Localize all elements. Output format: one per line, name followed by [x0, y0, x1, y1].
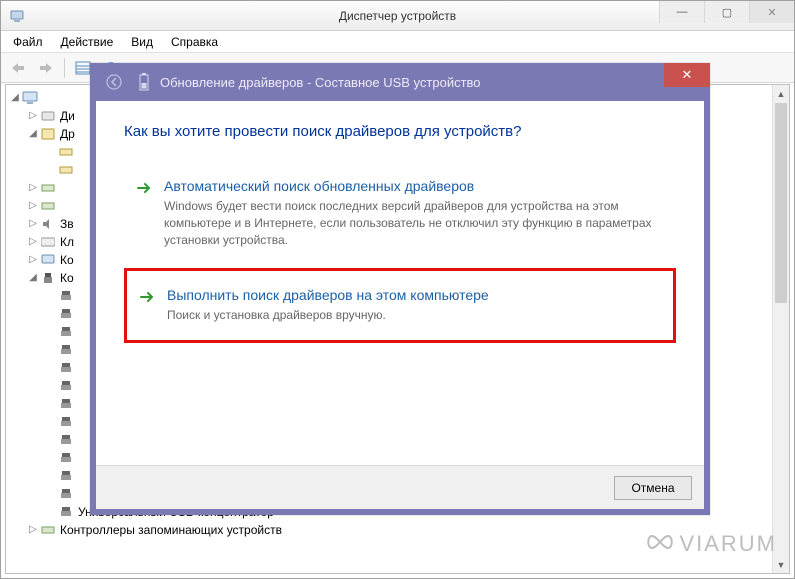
dialog-body: Как вы хотите провести поиск драйверов д… [96, 101, 704, 343]
usb-connector-icon [58, 450, 74, 466]
keyboard-icon [40, 234, 56, 250]
tree-node-label: Ди [60, 107, 75, 125]
menu-action[interactable]: Действие [53, 33, 122, 51]
option-auto-search[interactable]: Автоматический поиск обновленных драйвер… [124, 166, 676, 260]
device-icon [40, 180, 56, 196]
usb-connector-icon [58, 432, 74, 448]
device-icon [40, 126, 56, 142]
option-title: Выполнить поиск драйверов на этом компью… [167, 287, 663, 303]
device-icon [58, 144, 74, 160]
menubar: Файл Действие Вид Справка [1, 31, 794, 53]
maximize-button[interactable]: ▢ [704, 1, 749, 23]
app-icon [9, 8, 25, 24]
tree-node-label: Ко [60, 269, 74, 287]
usb-connector-icon [58, 360, 74, 376]
dialog-heading: Как вы хотите провести поиск драйверов д… [124, 123, 676, 140]
device-icon [58, 162, 74, 178]
tree-node[interactable]: ▷ Контроллеры запоминающих устройств [26, 521, 787, 539]
menu-view[interactable]: Вид [123, 33, 161, 51]
dialog-title: Обновление драйверов - Составное USB уст… [160, 75, 481, 90]
vertical-scrollbar[interactable]: ▲ ▼ [772, 85, 789, 573]
tree-node-label: Зв [60, 215, 74, 233]
usb-connector-icon [58, 504, 74, 520]
usb-connector-icon [58, 288, 74, 304]
menu-file[interactable]: Файл [5, 33, 51, 51]
usb-connector-icon [58, 396, 74, 412]
usb-connector-icon [58, 486, 74, 502]
option-manual-search[interactable]: Выполнить поиск драйверов на этом компью… [124, 268, 676, 343]
storage-icon [40, 522, 56, 538]
option-description: Windows будет вести поиск последних верс… [164, 198, 666, 248]
arrow-right-icon [134, 178, 154, 198]
tree-node-label: Др [60, 125, 75, 143]
scroll-up-icon[interactable]: ▲ [773, 85, 789, 102]
computer-icon [40, 252, 56, 268]
main-titlebar: Диспетчер устройств — ▢ ✕ [1, 1, 794, 31]
disk-icon [40, 108, 56, 124]
computer-icon [22, 90, 38, 106]
minimize-button[interactable]: — [659, 1, 704, 23]
device-icon [40, 198, 56, 214]
sound-icon [40, 216, 56, 232]
close-button[interactable]: ✕ [749, 1, 794, 23]
usb-connector-icon [58, 414, 74, 430]
update-driver-dialog: Обновление драйверов - Составное USB уст… [90, 63, 710, 515]
option-title: Автоматический поиск обновленных драйвер… [164, 178, 666, 194]
toolbar-forward-button[interactable] [33, 56, 59, 80]
usb-icon [40, 270, 56, 286]
toolbar-separator [64, 58, 65, 78]
option-description: Поиск и установка драйверов вручную. [167, 307, 663, 324]
dialog-back-button[interactable] [102, 70, 126, 94]
tree-node-label: Ко [60, 251, 74, 269]
dialog-close-button[interactable]: ✕ [664, 63, 710, 87]
menu-help[interactable]: Справка [163, 33, 226, 51]
scroll-down-icon[interactable]: ▼ [773, 556, 789, 573]
usb-connector-icon [58, 378, 74, 394]
scrollbar-thumb[interactable] [775, 103, 787, 303]
tree-node-label: Кл [60, 233, 74, 251]
usb-connector-icon [58, 324, 74, 340]
battery-icon [136, 72, 152, 92]
tree-node-label: Контроллеры запоминающих устройств [60, 521, 282, 539]
dialog-footer: Отмена [96, 465, 704, 509]
arrow-right-icon [137, 287, 157, 307]
toolbar-back-button[interactable] [5, 56, 31, 80]
usb-connector-icon [58, 468, 74, 484]
usb-connector-icon [58, 342, 74, 358]
cancel-button[interactable]: Отмена [614, 476, 692, 500]
usb-connector-icon [58, 306, 74, 322]
dialog-titlebar: Обновление драйверов - Составное USB уст… [90, 63, 710, 101]
